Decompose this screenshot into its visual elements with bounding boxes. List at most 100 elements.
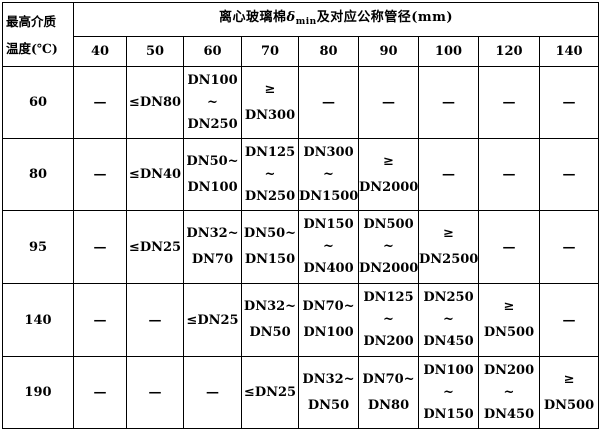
thickness-header-120: 120 <box>478 36 540 67</box>
pipe-size-text: ~ <box>207 94 218 110</box>
pipe-size-text: — <box>562 312 576 328</box>
pipe-size-text: DN50 <box>307 397 350 413</box>
pipe-size-text: ≥ <box>563 371 575 387</box>
pipe-size-text: ~ <box>383 312 394 327</box>
pipe-size-text: — <box>502 95 516 110</box>
pipe-size-text: DN2000 <box>359 261 419 276</box>
pipe-size-text: DN100 <box>187 179 238 195</box>
pipe-size-text: ~ <box>323 166 334 182</box>
header-row-top: 最高介质 温度(℃) 离心玻璃棉δmin及对应公称管径(mm) <box>2 2 600 67</box>
pipe-size-text: — <box>502 167 516 182</box>
pipe-size-text: DN500 <box>483 325 535 340</box>
thickness-header-50: 50 <box>126 36 184 67</box>
pipe-size-cell: ≤DN25 <box>183 283 242 357</box>
thickness-header-70: 70 <box>241 36 299 67</box>
pipe-size-text: DN125 <box>363 290 414 305</box>
pipe-size-text: DN50~ <box>186 153 239 169</box>
pipe-size-text: — <box>148 312 162 328</box>
pipe-size-text: — <box>562 167 576 182</box>
pipe-size-text: — <box>93 95 107 110</box>
pipe-size-text: ~ <box>503 384 515 400</box>
pipe-size-text: DN150 <box>244 252 296 267</box>
pipe-size-cell: ≤DN25 <box>126 210 184 284</box>
temperature-cell: 140 <box>2 283 74 357</box>
pipe-size-text: ~ <box>443 384 454 400</box>
temperature-cell: 190 <box>2 356 74 429</box>
pipe-size-text: — <box>206 385 219 400</box>
pipe-size-cell: DN100 ~ DN150 <box>418 356 479 429</box>
thickness-header-140: 140 <box>538 36 600 67</box>
pipe-size-cell: ≥ DN2000 <box>358 138 419 211</box>
pipe-size-cell: — <box>126 283 184 357</box>
pipe-size-text: — <box>93 239 107 255</box>
pipe-size-cell: ≥ DN2500 <box>418 210 479 284</box>
insulation-thickness-table: 最高介质 温度(℃) 离心玻璃棉δmin及对应公称管径(mm) 40 50 60 70… <box>2 2 600 429</box>
pipe-size-text: DN1500 <box>299 188 359 204</box>
pipe-size-text: DN70 <box>191 252 234 267</box>
pipe-size-cell: — <box>73 66 127 139</box>
pipe-size-cell: — <box>538 138 600 211</box>
pipe-size-cell: ≤DN80 <box>126 66 184 139</box>
pipe-size-text: ≥ <box>503 299 515 314</box>
temperature-cell: 95 <box>2 210 74 284</box>
pipe-size-cell: DN32~ DN70 <box>183 210 242 284</box>
pipe-size-cell: DN200 ~ DN450 <box>478 356 540 429</box>
pipe-size-cell: DN100 ~ DN250 <box>183 66 242 139</box>
pipe-size-cell: — <box>358 66 419 139</box>
pipe-size-text: DN250 <box>244 188 296 204</box>
pipe-size-cell: DN250 ~ DN450 <box>418 283 479 357</box>
pipe-size-text: DN150 <box>303 217 354 232</box>
pipe-size-text: — <box>442 167 455 182</box>
pipe-size-cell: — <box>478 138 540 211</box>
pipe-size-cell: DN32~ DN50 <box>241 283 299 357</box>
pipe-size-text: ≤DN25 <box>243 385 297 400</box>
table-row-95: 95— ≤DN25 DN32~ DN70 DN50~ DN150 DN150 ~ DN400 DN… <box>2 210 600 284</box>
pipe-size-text: ≤DN40 <box>128 167 182 182</box>
pipe-size-text: ~ <box>443 312 454 327</box>
pipe-size-text: DN100 <box>303 325 354 340</box>
pipe-size-text: DN250 <box>187 116 238 132</box>
pipe-size-text: DN125 <box>244 144 296 160</box>
pipe-size-text: — <box>93 385 107 400</box>
pipe-size-text: DN300 <box>244 107 296 123</box>
pipe-size-text: DN400 <box>303 261 354 276</box>
table-body: 最高介质 温度(℃) 离心玻璃棉δmin及对应公称管径(mm) 40 50 60 70… <box>2 2 600 429</box>
corner-header-line1: 最高介质 <box>6 13 57 29</box>
pipe-size-cell: DN70~ DN80 <box>358 356 419 429</box>
pipe-size-cell: ≥ DN300 <box>241 66 299 139</box>
title-prefix: 离心玻璃棉 <box>219 9 287 25</box>
pipe-size-cell: — <box>73 356 127 429</box>
pipe-size-text: ≥ <box>383 153 394 169</box>
pipe-size-text: — <box>322 95 335 110</box>
thickness-header-60: 60 <box>183 36 242 67</box>
pipe-size-cell: — <box>73 283 127 357</box>
pipe-size-text: — <box>562 95 576 110</box>
pipe-size-cell: — <box>538 210 600 284</box>
pipe-size-text: — <box>502 239 516 255</box>
pipe-size-cell: ≥ DN500 <box>538 356 600 429</box>
pipe-size-cell: — <box>418 66 479 139</box>
pipe-size-text: — <box>93 312 107 328</box>
pipe-size-text: DN2000 <box>359 179 419 195</box>
pipe-size-text: ≥ <box>443 226 454 241</box>
temperature-cell: 60 <box>2 66 74 139</box>
pipe-size-cell: DN125 ~ DN250 <box>241 138 299 211</box>
temperature-cell: 80 <box>2 138 74 211</box>
delta-symbol: δ <box>286 9 296 25</box>
pipe-size-cell: DN500 ~ DN2000 <box>358 210 419 284</box>
pipe-size-text: ~ <box>383 239 394 254</box>
pipe-size-text: DN32~ <box>302 371 355 387</box>
pipe-size-text: DN250 <box>423 290 474 305</box>
pipe-size-text: DN100 <box>423 362 474 378</box>
pipe-size-cell: DN150 ~ DN400 <box>298 210 359 284</box>
thickness-header-100: 100 <box>418 36 479 67</box>
pipe-size-cell: — <box>418 138 479 211</box>
pipe-size-text: DN70~ <box>362 371 415 387</box>
pipe-size-text: ≤DN25 <box>186 312 239 328</box>
pipe-size-text: DN150 <box>423 406 474 422</box>
pipe-size-text: ≥ <box>264 81 276 97</box>
table-row-60: 60 — ≤DN80 DN100 ~ DN250 ≥ DN300 — — — — — <box>2 66 600 139</box>
thickness-header-80: 80 <box>298 36 359 67</box>
pipe-size-text: DN200 <box>483 362 535 378</box>
pipe-size-cell: — <box>73 210 127 284</box>
